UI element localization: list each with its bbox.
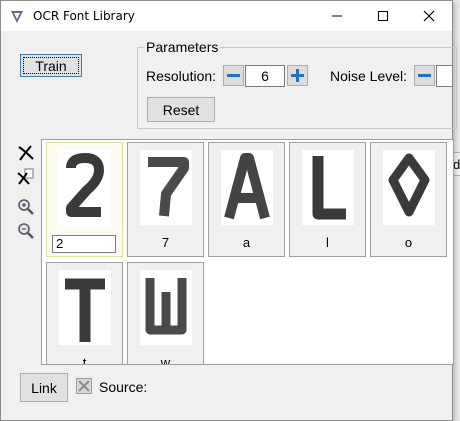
glyph-grid: 2 7 a l o t w <box>41 139 454 365</box>
bottom-bar <box>1 367 452 420</box>
glyph-label-o: o <box>404 235 413 250</box>
minimize-icon <box>332 15 342 17</box>
minus-icon <box>418 74 431 77</box>
reset-button[interactable]: Reset <box>147 97 215 122</box>
maximize-icon <box>378 11 388 21</box>
glyph-tile-t[interactable]: t <box>46 262 123 365</box>
delete-copy-icon[interactable] <box>16 167 36 187</box>
zoom-out-icon[interactable] <box>16 221 36 241</box>
title-bar[interactable]: OCR Font Library <box>1 1 452 31</box>
glyph-tile-7[interactable]: 7 <box>127 142 204 257</box>
maximize-button[interactable] <box>360 1 406 31</box>
glyph-image-l <box>302 150 354 225</box>
minus-icon <box>227 74 240 77</box>
noise-level-decrease-button[interactable] <box>414 65 435 86</box>
glyph-label-input-2[interactable]: 2 <box>52 235 116 253</box>
glyph-label-w: w <box>160 355 171 365</box>
glyph-image-w <box>140 270 192 345</box>
close-button[interactable] <box>406 1 452 31</box>
close-icon <box>423 10 435 22</box>
resolution-increase-button[interactable] <box>287 65 308 86</box>
glyph-tile-w[interactable]: w <box>127 262 204 365</box>
glyph-tile-o[interactable]: o <box>370 142 447 257</box>
source-label: Source: <box>99 379 148 395</box>
glyph-label-t: t <box>82 355 87 365</box>
glyph-tile-l[interactable]: l <box>289 142 366 257</box>
glyph-label-l: l <box>326 235 329 250</box>
glyph-tile-2[interactable]: 2 <box>46 142 123 257</box>
checkbox-disabled-icon[interactable] <box>76 378 92 394</box>
zoom-in-icon[interactable] <box>16 197 36 217</box>
parameters-legend: Parameters <box>144 39 221 55</box>
glyph-image-o <box>383 150 435 225</box>
resolution-label: Resolution: <box>146 68 217 84</box>
link-button[interactable]: Link <box>20 373 68 402</box>
glyph-label-7: 7 <box>161 235 170 250</box>
train-button[interactable]: Train <box>20 54 82 77</box>
window-title: OCR Font Library <box>33 9 135 23</box>
glyph-tile-a[interactable]: a <box>208 142 285 257</box>
glyph-image-t <box>59 270 111 345</box>
glyph-image-a <box>221 150 273 225</box>
resolution-field[interactable]: 6 <box>245 65 285 87</box>
plus-icon <box>291 69 304 82</box>
noise-level-label: Noise Level: <box>330 68 408 84</box>
delete-icon[interactable] <box>16 143 36 163</box>
app-icon <box>11 11 23 23</box>
glyph-label-a: a <box>242 235 251 250</box>
resolution-decrease-button[interactable] <box>223 65 244 86</box>
minimize-button[interactable] <box>314 1 360 31</box>
noise-level-field[interactable] <box>436 65 452 87</box>
glyph-image-7 <box>140 150 192 225</box>
ocr-font-library-window: OCR Font Library Train Parameters Resolu… <box>0 0 457 421</box>
glyph-image-2 <box>59 150 111 225</box>
